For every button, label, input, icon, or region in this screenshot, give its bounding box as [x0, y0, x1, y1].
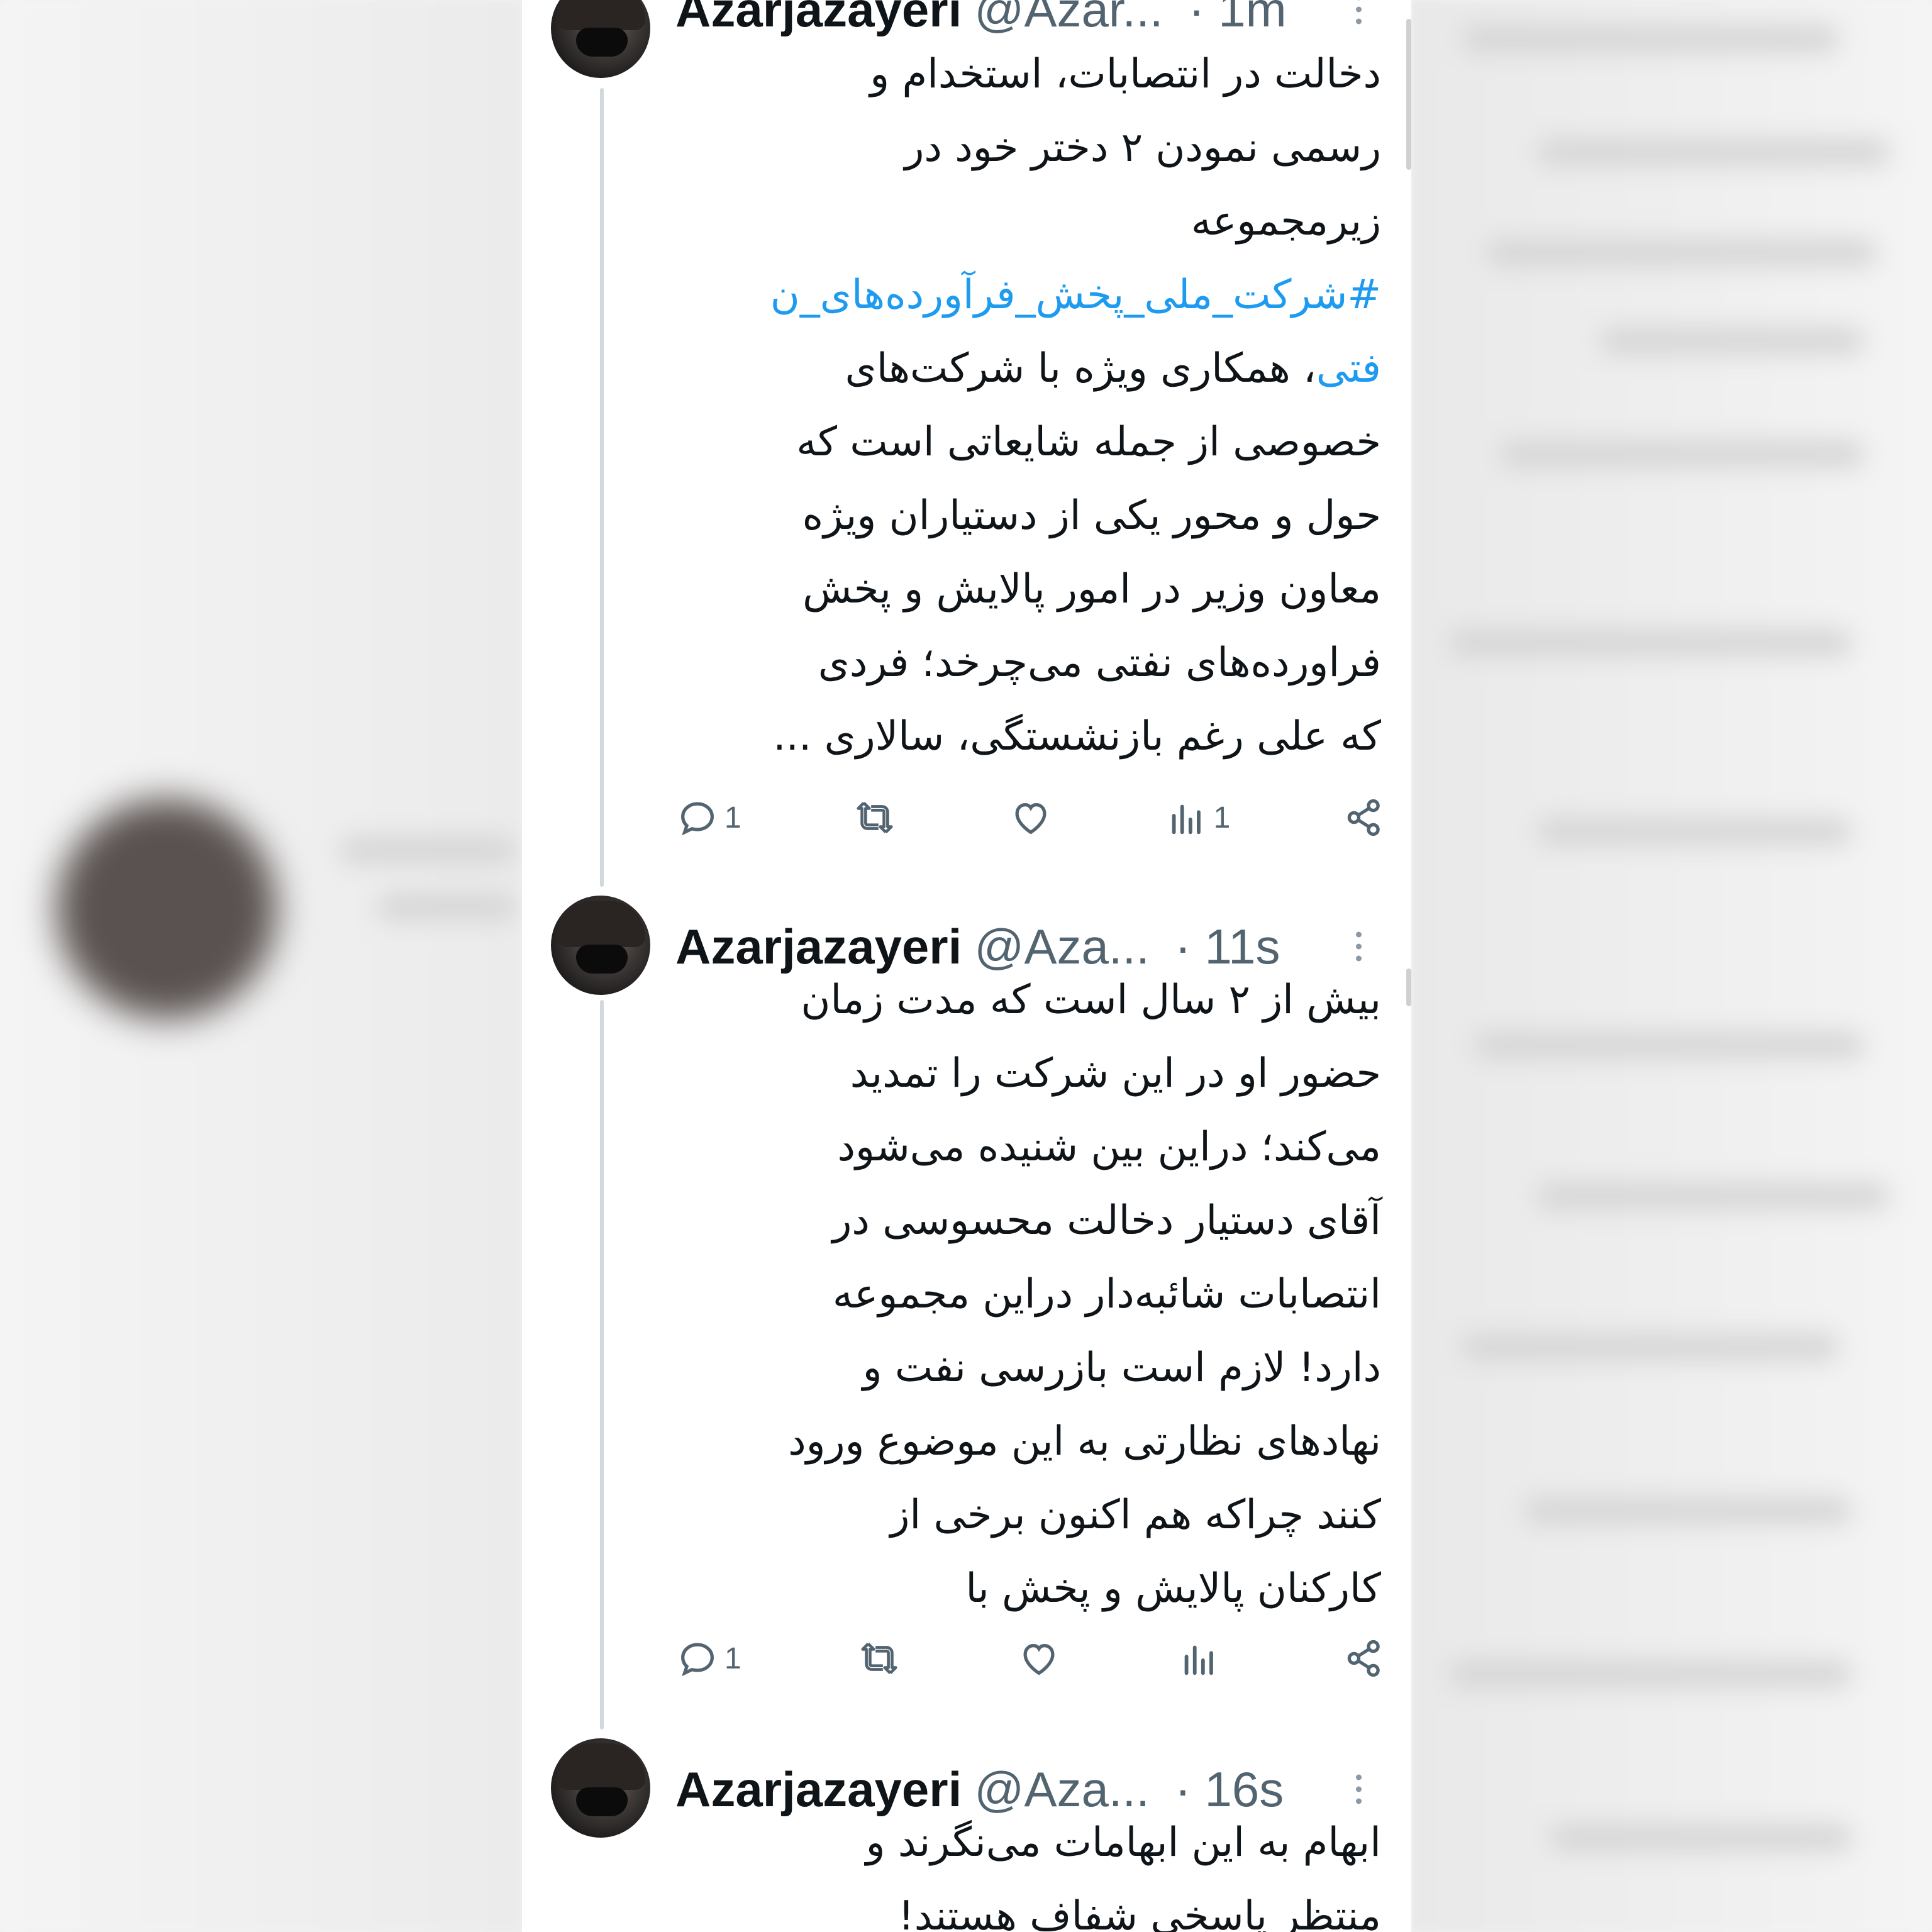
retweet-icon — [857, 802, 893, 833]
like-button[interactable] — [1009, 796, 1053, 840]
text-line: حول و محور یکی از دستیاران ویژه — [802, 492, 1381, 539]
thread-connector — [600, 1000, 604, 1729]
heart-icon — [1015, 802, 1046, 835]
scroll-indicator[interactable] — [1406, 19, 1411, 170]
text-line: آقای دستیار دخالت محسوسی در — [832, 1197, 1381, 1244]
text-line: رسمی نمودن ۲ دختر خود در — [904, 125, 1381, 171]
text-line: معاون وزیر در امور پالایش و پخش — [802, 566, 1381, 613]
text-line: دخالت در انتصابات، استخدام و — [870, 51, 1381, 97]
views-icon — [1184, 1645, 1213, 1675]
text-line: کارکنان پالایش و پخش با — [965, 1565, 1381, 1612]
tweet-text: بیش از ۲ سال است که مدت زمان حضور او در … — [675, 963, 1381, 1626]
blurred-background-right — [1411, 0, 1932, 1932]
avatar[interactable] — [551, 896, 650, 995]
share-button[interactable] — [1342, 796, 1386, 840]
more-icon[interactable] — [1356, 0, 1362, 25]
tweet-header: Azarjazayeri @Azar... · 1m — [675, 0, 1374, 38]
text-line: حضور او در این شرکت را تمدید — [850, 1050, 1381, 1097]
text-line: کنند چراکه هم اکنون برخی از — [890, 1492, 1381, 1538]
retweet-button[interactable] — [857, 1636, 901, 1680]
share-icon — [1347, 1640, 1380, 1677]
reply-count: 1 — [724, 1641, 741, 1675]
tweet-text: دخالت در انتصابات، استخدام و رسمی نمودن … — [675, 38, 1381, 774]
reply-button[interactable]: 1 — [675, 1636, 741, 1680]
text-line: که علی رغم بازنشستگی، سالاری ... — [773, 713, 1381, 760]
share-icon — [1347, 799, 1380, 836]
retweet-icon — [861, 1643, 897, 1674]
tweet-actions: 1 — [675, 1630, 1386, 1687]
timestamp[interactable]: · 1m — [1189, 0, 1287, 38]
views-count: 1 — [1213, 801, 1231, 835]
reply-icon — [681, 802, 714, 836]
text-line: انتصابات شائبه‌دار دراین مجموعه — [832, 1271, 1381, 1318]
tweet-thread: Azarjazayeri @Azar... · 1m دخالت در انتص… — [522, 0, 1411, 1932]
text-line: منتظر پاسخی شفاف هستند! — [898, 1893, 1381, 1932]
hashtag-link[interactable]: فتی — [1316, 345, 1381, 392]
text-line: خصوصی از جمله شایعاتی است که — [796, 419, 1381, 465]
like-button[interactable] — [1017, 1636, 1061, 1680]
blurred-background-left — [0, 0, 522, 1932]
tweet-text: ابهام به این ابهامات می‌نگرند و منتظر پا… — [675, 1806, 1381, 1932]
text-line: زیرمجموعه — [1191, 198, 1381, 245]
scroll-indicator[interactable] — [1406, 969, 1411, 1006]
heart-icon — [1023, 1643, 1055, 1675]
thread-connector — [600, 88, 604, 887]
text-line: ابهام به این ابهامات می‌نگرند و — [865, 1819, 1381, 1866]
text-line: ، همکاری ویژه با شرکت‌های — [845, 345, 1316, 392]
text-line: فراورده‌های نفتی می‌چرخد؛ فردی — [818, 640, 1381, 686]
hashtag-link[interactable]: #شرکت_ملی_پخش_فرآورده‌های_ن — [675, 258, 1381, 332]
retweet-button[interactable] — [853, 796, 897, 840]
text-line: می‌کند؛ دراین بین شنیده می‌شود — [837, 1124, 1381, 1170]
reply-icon — [681, 1643, 714, 1677]
text-line: نهادهای نظارتی به این موضوع ورود — [788, 1418, 1381, 1465]
avatar[interactable] — [551, 1738, 650, 1838]
views-button[interactable]: 1 — [1165, 796, 1231, 840]
reply-count: 1 — [724, 801, 741, 835]
more-icon[interactable] — [1356, 1774, 1362, 1804]
views-button[interactable] — [1177, 1636, 1226, 1680]
reply-button[interactable]: 1 — [675, 796, 741, 840]
author-handle[interactable]: @Azar... — [974, 0, 1163, 38]
text-line: دارد! لازم است بازرسی نفت و — [862, 1345, 1381, 1391]
more-icon[interactable] — [1356, 931, 1362, 962]
share-button[interactable] — [1342, 1636, 1386, 1680]
text-line: بیش از ۲ سال است که مدت زمان — [801, 977, 1381, 1023]
views-icon — [1172, 804, 1201, 835]
tweet-actions: 1 1 — [675, 789, 1386, 846]
avatar[interactable] — [551, 0, 650, 78]
author-name[interactable]: Azarjazayeri — [675, 0, 962, 38]
